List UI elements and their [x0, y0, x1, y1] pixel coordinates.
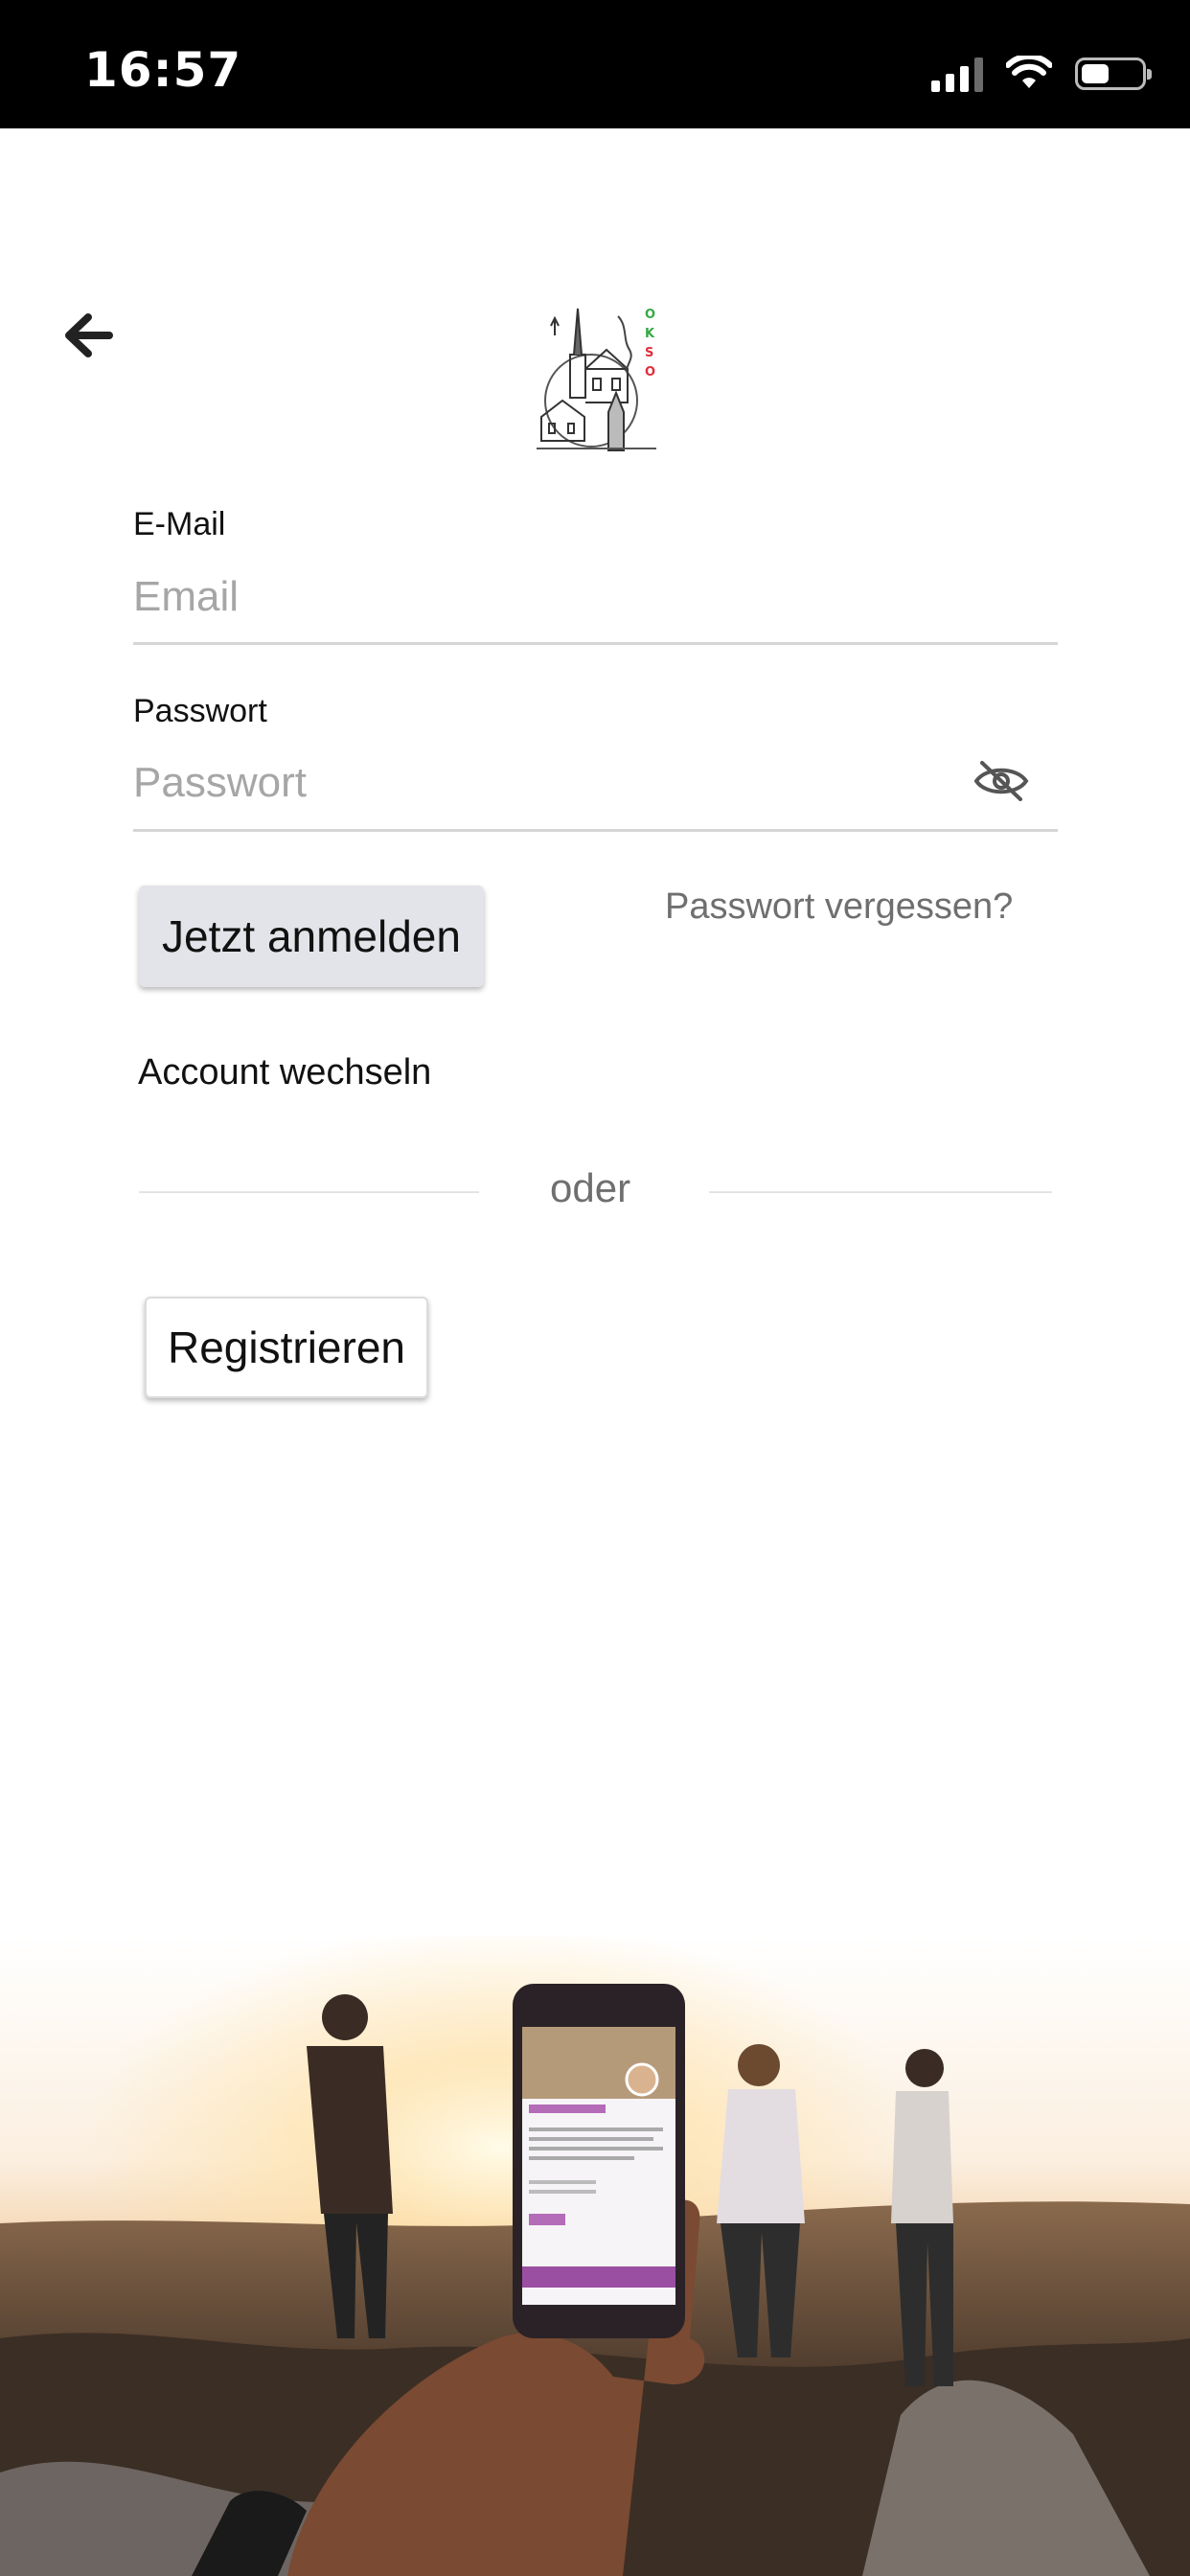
- password-visibility-toggle[interactable]: [968, 752, 1035, 810]
- svg-text:S: S: [645, 346, 653, 360]
- eye-slash-icon: [973, 761, 1029, 801]
- register-button[interactable]: Registrieren: [145, 1297, 428, 1398]
- status-bar: 16:57: [0, 0, 1190, 128]
- password-underline: [133, 829, 1058, 832]
- back-button[interactable]: [57, 305, 119, 366]
- email-label: E-Mail: [133, 506, 226, 542]
- email-field[interactable]: [133, 564, 1058, 631]
- divider-line-left: [139, 1191, 479, 1193]
- email-underline: [133, 642, 1058, 645]
- cellular-signal-icon: [931, 56, 983, 92]
- wifi-icon: [1006, 56, 1052, 88]
- svg-text:K: K: [645, 327, 655, 341]
- login-button[interactable]: Jetzt anmelden: [139, 886, 484, 987]
- status-time: 16:57: [84, 42, 242, 98]
- password-field[interactable]: [133, 749, 957, 816]
- divider-text: oder: [550, 1165, 631, 1210]
- okso-logo: O K S O: [537, 308, 656, 451]
- password-label: Passwort: [133, 693, 267, 729]
- svg-text:O: O: [645, 365, 655, 380]
- hero-photo: [0, 1936, 1190, 2576]
- status-icons: [931, 50, 1152, 98]
- svg-text:O: O: [645, 308, 655, 322]
- logo-letters: O K S O: [645, 308, 655, 380]
- arrow-left-icon: [65, 313, 113, 357]
- divider-line-right: [709, 1191, 1052, 1193]
- battery-icon: [1075, 58, 1152, 90]
- switch-account-link[interactable]: Account wechseln: [138, 1052, 431, 1093]
- forgot-password-link[interactable]: Passwort vergessen?: [665, 886, 1013, 928]
